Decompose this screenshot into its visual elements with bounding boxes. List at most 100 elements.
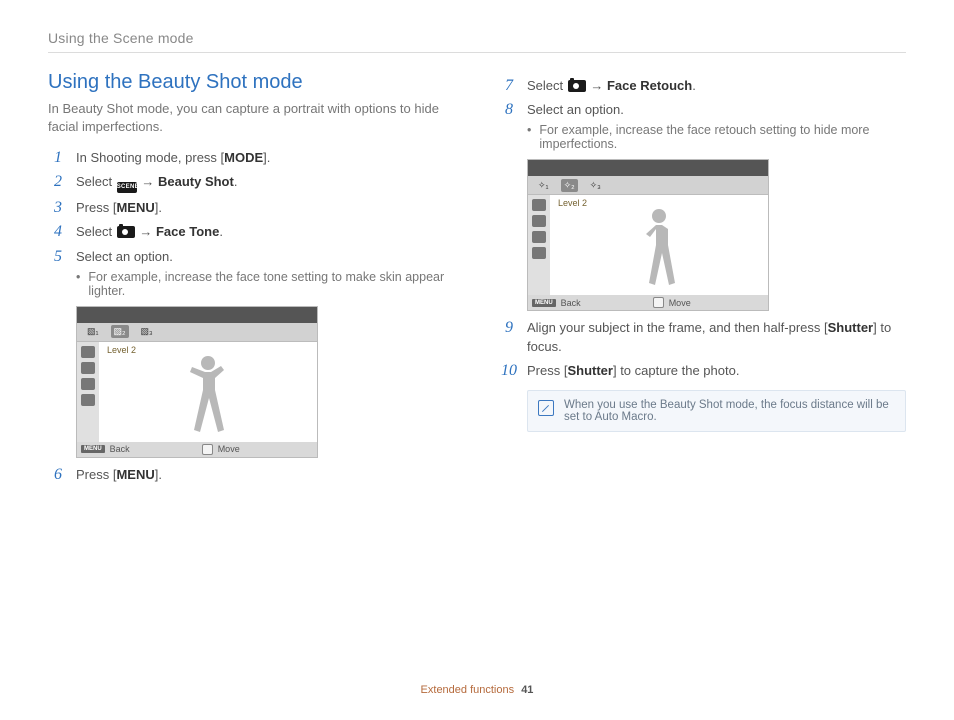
- step-text: .: [692, 78, 696, 93]
- step-text: ].: [155, 467, 162, 482]
- step-text: Select an option.: [76, 248, 455, 266]
- breadcrumb: Using the Scene mode: [48, 30, 906, 53]
- preview-footer: MENU Back Move: [77, 442, 317, 457]
- level-option-2: ✧₂: [561, 179, 578, 192]
- step-5-bullet: • For example, increase the face tone se…: [76, 270, 455, 298]
- level-option-3: ▧₃: [139, 325, 155, 338]
- bullet-text: For example, increase the face retouch s…: [539, 123, 906, 151]
- back-label: Back: [561, 298, 581, 308]
- step-text: ].: [155, 200, 162, 215]
- step-text: Press [: [76, 467, 116, 482]
- step-number: 4: [48, 223, 68, 241]
- menu-icon: MENU: [81, 445, 105, 453]
- camera-icon: [117, 226, 135, 238]
- face-retouch-label: Face Retouch: [607, 78, 692, 93]
- step-8: 8 Select an option.: [499, 101, 906, 119]
- step-number: 9: [499, 319, 519, 355]
- preview-canvas: Level 2: [550, 195, 768, 295]
- step-text: Align your subject in the frame, and the…: [527, 320, 828, 335]
- menu-button-label: MENU: [116, 467, 154, 482]
- arrow-text: →: [136, 224, 156, 239]
- level-option-1: ✧₁: [536, 179, 551, 192]
- step-number: 6: [48, 466, 68, 484]
- arrow-text: →: [138, 174, 158, 189]
- step-text: Press [: [76, 200, 116, 215]
- step-2: 2 Select SCENE → Beauty Shot.: [48, 173, 455, 193]
- sidebar-icon: [81, 346, 95, 358]
- step-5: 5 Select an option.: [48, 248, 455, 266]
- step-8-bullet: • For example, increase the face retouch…: [527, 123, 906, 151]
- preview-canvas: Level 2: [99, 342, 317, 442]
- arrow-text: →: [587, 78, 607, 93]
- level-option-3: ✧₃: [588, 179, 603, 192]
- step-3: 3 Press [MENU].: [48, 199, 455, 217]
- camera-icon: [568, 80, 586, 92]
- note-box: When you use the Beauty Shot mode, the f…: [527, 390, 906, 432]
- right-column: 7 Select → Face Retouch. 8 Select an opt…: [499, 71, 906, 488]
- bullet-text: For example, increase the face tone sett…: [88, 270, 455, 298]
- step-number: 2: [48, 173, 68, 193]
- footer-page-number: 41: [521, 684, 533, 696]
- step-text: ].: [263, 150, 270, 165]
- beauty-shot-label: Beauty Shot: [158, 174, 234, 189]
- preview-level-bar: ✧₁ ✧₂ ✧₃: [528, 176, 768, 195]
- step-text: .: [234, 174, 238, 189]
- menu-button-label: MENU: [116, 200, 154, 215]
- step-text: Select: [76, 174, 116, 189]
- page: Using the Scene mode Using the Beauty Sh…: [0, 0, 954, 720]
- step-number: 8: [499, 101, 519, 119]
- note-text: When you use the Beauty Shot mode, the f…: [564, 399, 895, 423]
- preview-footer: MENU Back Move: [528, 295, 768, 310]
- sidebar-icon: [81, 378, 95, 390]
- step-number: 5: [48, 248, 68, 266]
- face-tone-preview: ▧₁ ▧₂ ▧₃ Level 2: [76, 306, 318, 458]
- step-1: 1 In Shooting mode, press [MODE].: [48, 149, 455, 167]
- scene-icon: SCENE: [117, 182, 137, 193]
- footer-section: Extended functions: [421, 684, 515, 696]
- preview-topbar: [77, 307, 317, 323]
- back-label: Back: [110, 444, 130, 454]
- step-10: 10 Press [Shutter] to capture the photo.: [499, 362, 906, 380]
- preview-sidebar: [77, 342, 99, 442]
- sidebar-icon: [532, 199, 546, 211]
- level-option-2: ▧₂: [111, 325, 129, 338]
- move-label: Move: [218, 444, 240, 454]
- step-7: 7 Select → Face Retouch.: [499, 77, 906, 95]
- person-silhouette-icon: [179, 356, 237, 442]
- step-text: Select: [76, 224, 116, 239]
- page-footer: Extended functions 41: [0, 684, 954, 696]
- step-6: 6 Press [MENU].: [48, 466, 455, 484]
- sidebar-icon: [81, 362, 95, 374]
- note-icon: [538, 400, 554, 416]
- dpad-icon: [202, 444, 213, 455]
- preview-topbar: [528, 160, 768, 176]
- preview-level-bar: ▧₁ ▧₂ ▧₃: [77, 323, 317, 342]
- step-text: Press [: [527, 363, 567, 378]
- level-label: Level 2: [556, 198, 589, 208]
- person-silhouette-icon: [634, 209, 684, 295]
- step-number: 1: [48, 149, 68, 167]
- section-heading: Using the Beauty Shot mode: [48, 71, 455, 94]
- move-label: Move: [669, 298, 691, 308]
- step-number: 3: [48, 199, 68, 217]
- sidebar-icon: [532, 215, 546, 227]
- bullet-icon: •: [76, 270, 80, 298]
- sidebar-icon: [532, 231, 546, 243]
- shutter-label: Shutter: [828, 320, 874, 335]
- mode-button-label: MODE: [224, 150, 263, 165]
- intro-text: In Beauty Shot mode, you can capture a p…: [48, 100, 455, 135]
- step-number: 7: [499, 77, 519, 95]
- level-label: Level 2: [105, 345, 138, 355]
- bullet-icon: •: [527, 123, 531, 151]
- step-text: Select an option.: [527, 101, 906, 119]
- step-text: In Shooting mode, press [: [76, 150, 224, 165]
- step-number: 10: [499, 362, 519, 380]
- level-option-1: ▧₁: [85, 325, 101, 338]
- preview-sidebar: [528, 195, 550, 295]
- step-text: .: [219, 224, 223, 239]
- left-column: Using the Beauty Shot mode In Beauty Sho…: [48, 71, 455, 488]
- sidebar-icon: [532, 247, 546, 259]
- dpad-icon: [653, 297, 664, 308]
- menu-icon: MENU: [532, 299, 556, 307]
- step-text: Select: [527, 78, 567, 93]
